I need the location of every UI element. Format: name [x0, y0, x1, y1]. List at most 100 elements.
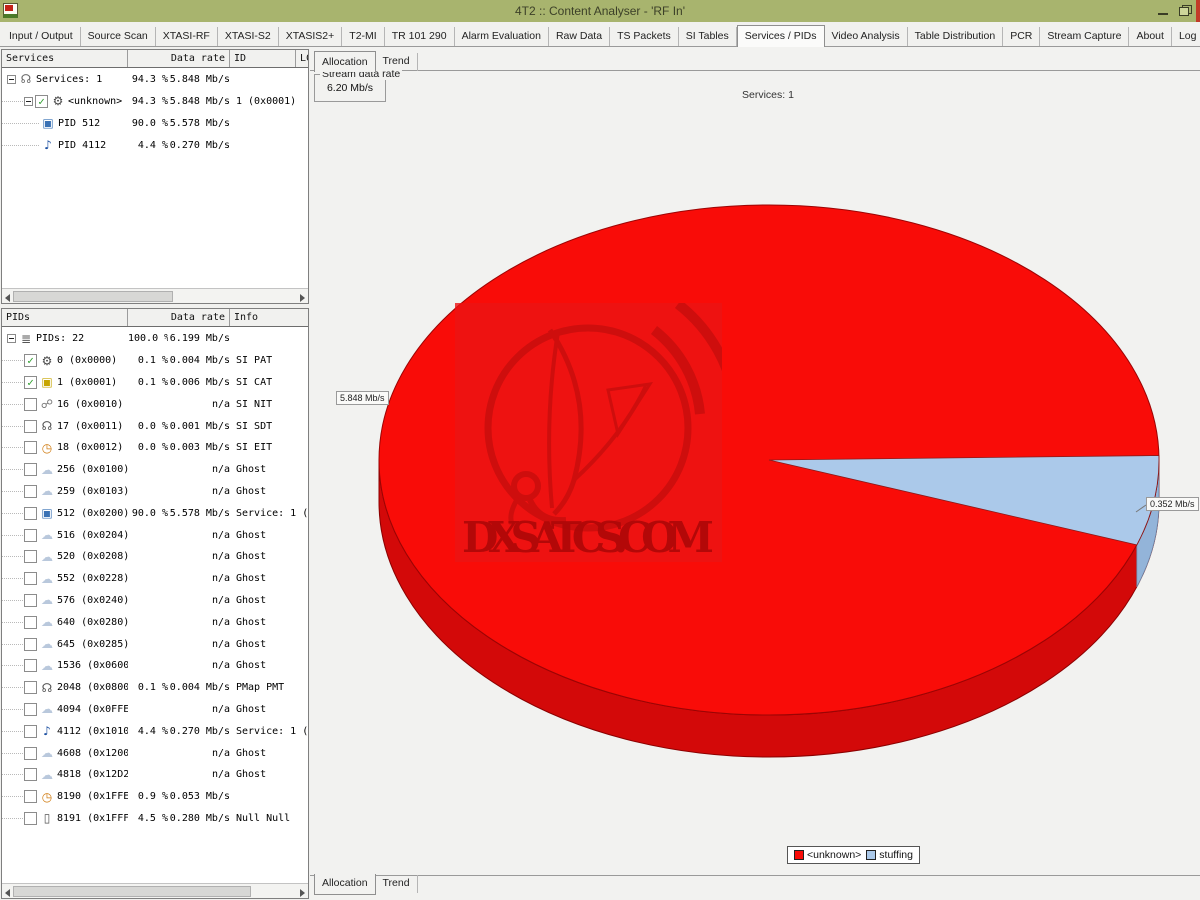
subtab-trend[interactable]: Trend — [376, 875, 418, 893]
tab-source-scan[interactable]: Source Scan — [81, 27, 156, 46]
pid-row[interactable]: ☁4608 (0x1200)n/aGhost — [2, 742, 308, 764]
tab-xtasi-rf[interactable]: XTASI-RF — [156, 27, 218, 46]
pid-row[interactable]: ≣PIDs: 22100.0 %6.199 Mb/s — [2, 328, 308, 350]
scroll-left-arrow[interactable] — [2, 289, 13, 303]
ghost-icon: ☁ — [39, 637, 55, 651]
data-rate-value: n/a — [168, 748, 230, 759]
checkbox-unchecked[interactable] — [24, 485, 37, 498]
pids-hscrollbar[interactable] — [2, 883, 308, 898]
checkbox-unchecked[interactable] — [24, 572, 37, 585]
tab-input-output[interactable]: Input / Output — [2, 27, 81, 46]
tab-pcr[interactable]: PCR — [1003, 27, 1040, 46]
checkbox-unchecked[interactable] — [24, 463, 37, 476]
tab-table-distribution[interactable]: Table Distribution — [908, 27, 1004, 46]
tab-tr-101-290[interactable]: TR 101 290 — [385, 27, 455, 46]
pid-row[interactable]: ☁640 (0x0280)n/aGhost — [2, 611, 308, 633]
column-header-data-rate[interactable]: Data rate — [128, 309, 230, 326]
pid-row[interactable]: ☁576 (0x0240)n/aGhost — [2, 590, 308, 612]
column-header-id[interactable]: ID — [230, 50, 296, 67]
minimize-button[interactable] — [1155, 3, 1171, 18]
tab-xtasi-s2[interactable]: XTASI-S2 — [218, 27, 279, 46]
pid-row[interactable]: ☊2048 (0x0800)0.1 %0.004 Mb/sPMap PMT — [2, 677, 308, 699]
column-header-services[interactable]: Services — [2, 50, 128, 67]
pid-row[interactable]: ☁645 (0x0285)n/aGhost — [2, 633, 308, 655]
data-rate-value: 5.848 Mb/s — [168, 74, 230, 85]
checkbox-unchecked[interactable] — [24, 529, 37, 542]
tab-t2-mi[interactable]: T2-MI — [342, 27, 384, 46]
restore-button[interactable] — [1176, 3, 1192, 18]
pid-row[interactable]: ☁516 (0x0204)n/aGhost — [2, 524, 308, 546]
checkbox-unchecked[interactable] — [24, 790, 37, 803]
tab-about[interactable]: About — [1129, 27, 1171, 46]
tree-indent — [2, 731, 23, 732]
column-header-data-rate[interactable]: Data rate — [128, 50, 230, 67]
collapse-toggle-icon[interactable] — [24, 97, 33, 106]
close-button[interactable] — [1196, 0, 1200, 22]
pid-row[interactable]: ◷8190 (0x1FFE)0.9 %0.053 Mb/s — [2, 786, 308, 808]
checkbox-unchecked[interactable] — [24, 594, 37, 607]
ghost-icon: ☁ — [39, 550, 55, 564]
pid-row[interactable]: ☁552 (0x0228)n/aGhost — [2, 568, 308, 590]
pid-row[interactable]: ☊17 (0x0011)0.0 %0.001 Mb/sSI SDT — [2, 415, 308, 437]
scroll-left-arrow[interactable] — [2, 884, 13, 898]
pid-row[interactable]: ▣512 (0x0200)90.0 %5.578 Mb/sService: 1 … — [2, 502, 308, 524]
service-row[interactable]: ✓⚙<unknown>94.3 %5.848 Mb/s1 (0x0001) — [2, 90, 308, 112]
tab-raw-data[interactable]: Raw Data — [549, 27, 610, 46]
column-header-pids[interactable]: PIDs — [2, 309, 128, 326]
pid-row[interactable]: ◷18 (0x0012)0.0 %0.003 Mb/sSI EIT — [2, 437, 308, 459]
checkbox-unchecked[interactable] — [24, 616, 37, 629]
subtab-trend[interactable]: Trend — [376, 53, 418, 71]
services-hscrollbar[interactable] — [2, 288, 308, 303]
scroll-thumb[interactable] — [13, 291, 173, 302]
subtab-allocation[interactable]: Allocation — [314, 874, 376, 895]
checkbox-checked[interactable]: ✓ — [24, 354, 37, 367]
scroll-right-arrow[interactable] — [297, 884, 308, 898]
checkbox-unchecked[interactable] — [24, 420, 37, 433]
checkbox-unchecked[interactable] — [24, 747, 37, 760]
tab-ts-packets[interactable]: TS Packets — [610, 27, 679, 46]
pid-row[interactable]: ☁4094 (0x0FFE)n/aGhost — [2, 699, 308, 721]
pid-row[interactable]: ☁1536 (0x0600)n/aGhost — [2, 655, 308, 677]
checkbox-checked[interactable]: ✓ — [35, 95, 48, 108]
pid-row[interactable]: ✓▣1 (0x0001)0.1 %0.006 Mb/sSI CAT — [2, 372, 308, 394]
tab-si-tables[interactable]: SI Tables — [679, 27, 737, 46]
checkbox-unchecked[interactable] — [24, 441, 37, 454]
pid-row[interactable]: ☍16 (0x0010)n/aSI NIT — [2, 393, 308, 415]
tab-log[interactable]: Log — [1172, 27, 1200, 46]
collapse-toggle-icon[interactable] — [7, 75, 16, 84]
checkbox-unchecked[interactable] — [24, 638, 37, 651]
checkbox-unchecked[interactable] — [24, 398, 37, 411]
scroll-thumb[interactable] — [13, 886, 251, 897]
tab-video-analysis[interactable]: Video Analysis — [825, 27, 908, 46]
pid-row[interactable]: ✓⚙0 (0x0000)0.1 %0.004 Mb/sSI PAT — [2, 350, 308, 372]
column-header-info[interactable]: Info — [230, 309, 308, 326]
scroll-right-arrow[interactable] — [297, 289, 308, 303]
checkbox-checked[interactable]: ✓ — [24, 376, 37, 389]
checkbox-unchecked[interactable] — [24, 550, 37, 563]
pid-row[interactable]: ☁259 (0x0103)n/aGhost — [2, 481, 308, 503]
checkbox-unchecked[interactable] — [24, 681, 37, 694]
tab-services-pids[interactable]: Services / PIDs — [737, 25, 825, 47]
service-row[interactable]: ☊Services: 194.3 %5.848 Mb/s — [2, 68, 308, 90]
gear-icon: ⚙ — [39, 354, 55, 368]
pid-row[interactable]: ▯8191 (0x1FFF)4.5 %0.280 Mb/sNull Null — [2, 808, 308, 830]
pid-row[interactable]: ♪4112 (0x1010)4.4 %0.270 Mb/sService: 1 … — [2, 720, 308, 742]
pid-row[interactable]: ☁520 (0x0208)n/aGhost — [2, 546, 308, 568]
title-bar: 4T2 :: Content Analyser - 'RF In' — [0, 0, 1200, 22]
checkbox-unchecked[interactable] — [24, 507, 37, 520]
service-row[interactable]: ♪PID 41124.4 %0.270 Mb/s — [2, 134, 308, 156]
subtab-allocation[interactable]: Allocation — [314, 51, 376, 72]
checkbox-unchecked[interactable] — [24, 725, 37, 738]
checkbox-unchecked[interactable] — [24, 659, 37, 672]
checkbox-unchecked[interactable] — [24, 703, 37, 716]
column-header-lc[interactable]: LC — [296, 50, 308, 67]
tab-stream-capture[interactable]: Stream Capture — [1040, 27, 1129, 46]
checkbox-unchecked[interactable] — [24, 812, 37, 825]
tab-xtasis2[interactable]: XTASIS2+ — [279, 27, 343, 46]
pid-row[interactable]: ☁4818 (0x12D2)n/aGhost — [2, 764, 308, 786]
service-row[interactable]: ▣PID 51290.0 %5.578 Mb/s — [2, 112, 308, 134]
collapse-toggle-icon[interactable] — [7, 334, 16, 343]
checkbox-unchecked[interactable] — [24, 768, 37, 781]
pid-row[interactable]: ☁256 (0x0100)n/aGhost — [2, 459, 308, 481]
tab-alarm-evaluation[interactable]: Alarm Evaluation — [455, 27, 549, 46]
